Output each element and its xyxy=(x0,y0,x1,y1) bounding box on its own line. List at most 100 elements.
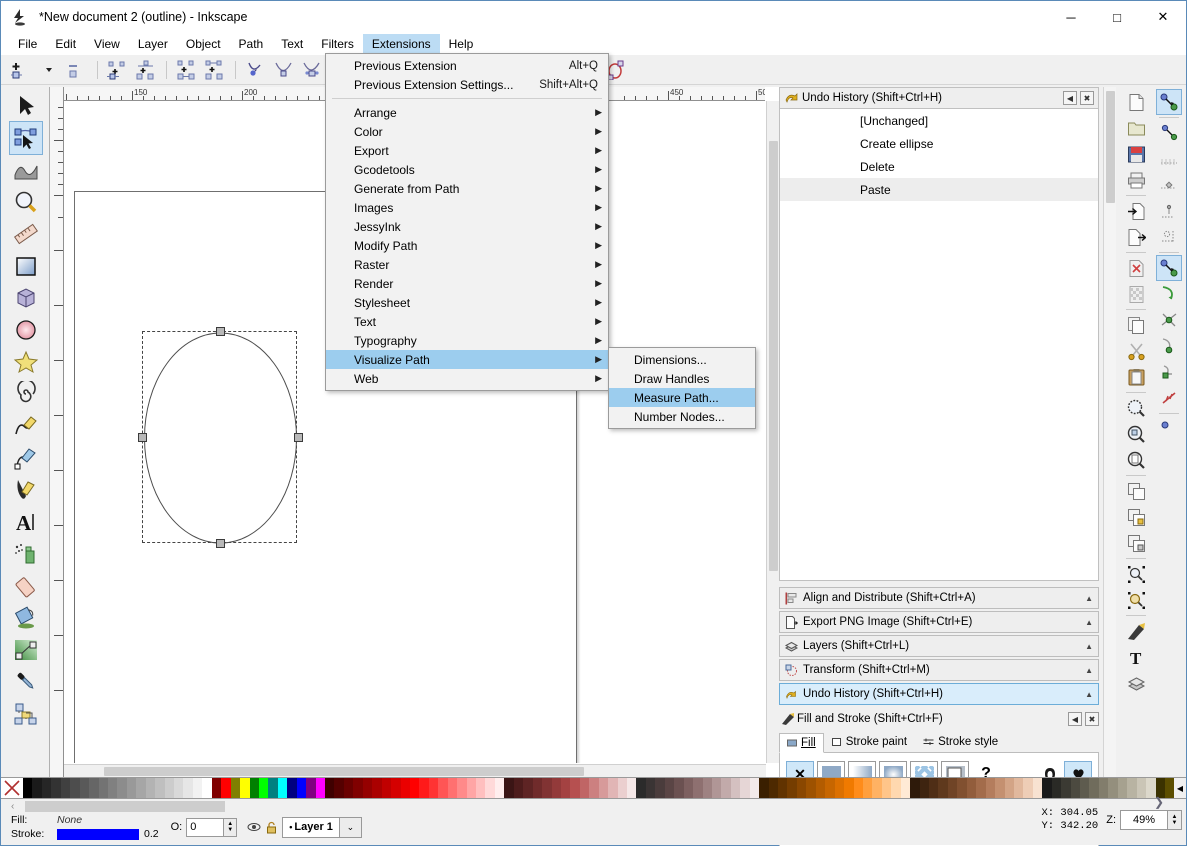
menu-layer[interactable]: Layer xyxy=(129,34,177,54)
save-document-icon[interactable] xyxy=(1123,141,1149,167)
spiral-tool[interactable] xyxy=(9,377,43,411)
palette-scrollbar[interactable]: ‹ xyxy=(11,799,261,813)
submenu-draw-handles[interactable]: Draw Handles xyxy=(609,369,755,388)
gradient-tool[interactable] xyxy=(9,633,43,667)
chevron-up-icon[interactable]: ▲ xyxy=(1085,642,1093,651)
panel-layers[interactable]: Layers (Shift+Ctrl+L) ▲ xyxy=(779,635,1099,657)
snap-bbox-edges-icon[interactable] xyxy=(1156,146,1182,172)
menu-web[interactable]: Web ▶ xyxy=(326,369,608,388)
close-panel-button[interactable]: ✖ xyxy=(1080,91,1094,105)
zoom-page-icon[interactable] xyxy=(1123,447,1149,473)
zoom-tool[interactable] xyxy=(9,185,43,219)
selector-tool[interactable] xyxy=(9,89,43,123)
chevron-up-icon[interactable]: ▲ xyxy=(1085,666,1093,675)
menu-path[interactable]: Path xyxy=(230,34,273,54)
chevron-up-icon[interactable]: ▲ xyxy=(1085,594,1093,603)
ungroup-icon[interactable] xyxy=(1123,530,1149,556)
group-icon[interactable] xyxy=(1123,504,1149,530)
object-transform-icon[interactable] xyxy=(1123,587,1149,613)
connector-tool[interactable] xyxy=(9,697,43,731)
scroll-thumb[interactable] xyxy=(769,141,778,571)
delete-node-button[interactable] xyxy=(64,58,90,82)
make-corner-button[interactable] xyxy=(243,58,269,82)
rectangle-tool[interactable] xyxy=(9,249,43,283)
menu-gcodetools[interactable]: Gcodetools ▶ xyxy=(326,160,608,179)
menu-images[interactable]: Images ▶ xyxy=(326,198,608,217)
statusbar-expand-arrow[interactable]: ❯ xyxy=(1154,795,1164,809)
opacity-input[interactable]: 0 xyxy=(186,817,225,837)
menu-typography[interactable]: Typography ▶ xyxy=(326,331,608,350)
panel-transform[interactable]: Transform (Shift+Ctrl+M) ▲ xyxy=(779,659,1099,681)
bezier-tool[interactable] xyxy=(9,441,43,475)
minimize-button[interactable]: ─ xyxy=(1048,1,1094,33)
snap-bbox-edge-midpoints-icon[interactable] xyxy=(1156,198,1182,224)
canvas-vertical-scrollbar[interactable] xyxy=(766,101,779,763)
menu-text[interactable]: Text ▶ xyxy=(326,312,608,331)
menu-extensions[interactable]: Extensions xyxy=(362,34,440,54)
scroll-thumb[interactable] xyxy=(25,801,225,812)
ellipse-tool[interactable] xyxy=(9,313,43,347)
fill-stroke-icon[interactable] xyxy=(1123,618,1149,644)
node-handle-bottom[interactable] xyxy=(216,539,225,548)
layer-select[interactable]: • Layer 1 xyxy=(282,816,340,838)
undo-entry-delete[interactable]: Delete xyxy=(780,155,1098,178)
tab-stroke-style[interactable]: Stroke style xyxy=(915,732,1006,752)
new-document-icon[interactable] xyxy=(1123,89,1149,115)
submenu-dimensions[interactable]: Dimensions... xyxy=(609,350,755,369)
node-handle-left[interactable] xyxy=(138,433,147,442)
chevron-up-icon[interactable]: ▲ xyxy=(1085,618,1093,627)
collapse-panel-button[interactable]: ◀ xyxy=(1068,712,1082,726)
paintbucket-tool[interactable] xyxy=(9,601,43,635)
paste-icon[interactable] xyxy=(1123,364,1149,390)
palette-scroll-left[interactable]: ◀ xyxy=(1174,778,1186,798)
chevron-down-icon[interactable]: ⌄ xyxy=(339,816,362,838)
menu-previous-extension-settings[interactable]: Previous Extension Settings... Shift+Alt… xyxy=(326,75,608,94)
spray-tool[interactable] xyxy=(9,537,43,571)
menu-color[interactable]: Color ▶ xyxy=(326,122,608,141)
zoom-stepper[interactable]: ▲ ▼ xyxy=(1168,810,1182,830)
snap-bounding-box-icon[interactable] xyxy=(1156,120,1182,146)
pencil-tool[interactable] xyxy=(9,409,43,443)
snap-to-smooth-nodes-icon[interactable] xyxy=(1156,359,1182,385)
scroll-thumb[interactable] xyxy=(1106,91,1115,203)
layer-visibility-icon[interactable] xyxy=(247,821,261,833)
panel-align-and-distribute[interactable]: Align and Distribute (Shift+Ctrl+A) ▲ xyxy=(779,587,1099,609)
menu-generate-from-path[interactable]: Generate from Path ▶ xyxy=(326,179,608,198)
zoom-input[interactable]: 49% xyxy=(1120,810,1168,830)
tweak-tool[interactable] xyxy=(9,153,43,187)
insert-node-dropdown[interactable] xyxy=(36,58,62,82)
undo-entry-unchanged[interactable]: [Unchanged] xyxy=(780,109,1098,132)
calligraphy-tool[interactable] xyxy=(9,473,43,507)
menu-filters[interactable]: Filters xyxy=(312,34,363,54)
menu-file[interactable]: File xyxy=(9,34,46,54)
close-button[interactable]: ✕ xyxy=(1140,1,1186,33)
zoom-drawing-icon[interactable] xyxy=(1123,421,1149,447)
snap-bbox-corners-icon[interactable] xyxy=(1156,172,1182,198)
menu-edit[interactable]: Edit xyxy=(46,34,85,54)
menu-modify-path[interactable]: Modify Path ▶ xyxy=(326,236,608,255)
snap-nodes-paths-icon[interactable] xyxy=(1156,255,1182,281)
close-panel-button[interactable]: ✖ xyxy=(1085,712,1099,726)
star-tool[interactable] xyxy=(9,345,43,379)
menu-visualize-path[interactable]: Visualize Path ▶ xyxy=(326,350,608,369)
undo-history-list[interactable]: [Unchanged] Create ellipse Delete Paste xyxy=(779,109,1099,581)
menu-object[interactable]: Object xyxy=(177,34,230,54)
import-icon[interactable] xyxy=(1123,198,1149,224)
submenu-number-nodes[interactable]: Number Nodes... xyxy=(609,407,755,426)
tab-stroke-paint[interactable]: Stroke paint xyxy=(824,732,915,752)
ellipse-object[interactable] xyxy=(143,332,298,544)
snap-midpoints-icon[interactable] xyxy=(1156,385,1182,411)
menu-previous-extension[interactable]: Previous Extension Alt+Q xyxy=(326,56,608,75)
color-palette[interactable]: ◀ xyxy=(1,777,1186,799)
duplicate-icon[interactable] xyxy=(1123,478,1149,504)
undo-entry-paste[interactable]: Paste xyxy=(780,178,1098,201)
snap-bbox-centers-icon[interactable] xyxy=(1156,224,1182,250)
node-handle-top[interactable] xyxy=(216,327,225,336)
enable-snapping-icon[interactable] xyxy=(1156,89,1182,115)
box3d-tool[interactable] xyxy=(9,281,43,315)
export-icon[interactable] xyxy=(1123,224,1149,250)
redo-icon[interactable] xyxy=(1123,281,1149,307)
snap-others-icon[interactable] xyxy=(1156,416,1182,442)
snap-to-paths-icon[interactable] xyxy=(1156,281,1182,307)
panel-undo-history[interactable]: Undo History (Shift+Ctrl+H) ▲ xyxy=(779,683,1099,705)
